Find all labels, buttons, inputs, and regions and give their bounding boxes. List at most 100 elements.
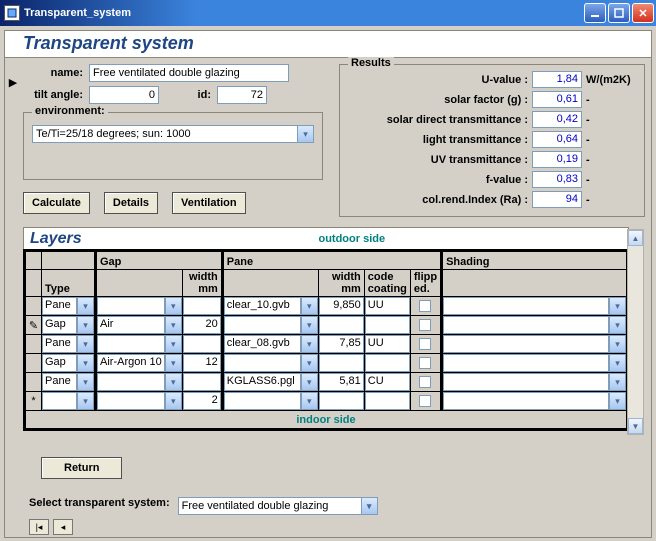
layers-title: Layers (30, 230, 82, 248)
cell-value[interactable] (443, 335, 609, 353)
cell-value[interactable]: clear_08.gvb (224, 335, 301, 353)
chevron-down-icon[interactable]: ▾ (301, 392, 318, 410)
pane-width-cell[interactable]: 9,850 (319, 297, 364, 315)
chevron-down-icon[interactable]: ▾ (301, 297, 318, 315)
chevron-down-icon[interactable]: ▾ (165, 297, 182, 315)
chevron-down-icon[interactable]: ▾ (77, 354, 94, 372)
cell-value[interactable] (224, 354, 301, 372)
app-icon (4, 5, 20, 21)
chevron-down-icon[interactable]: ▾ (77, 316, 94, 334)
pane-width-cell[interactable]: 7,85 (319, 335, 364, 353)
chevron-down-icon[interactable]: ▾ (77, 297, 94, 315)
chevron-down-icon[interactable]: ▾ (301, 373, 318, 391)
result-unit: - (586, 194, 636, 206)
first-record-button[interactable]: |◂ (29, 519, 49, 535)
cell-value[interactable]: KGLASS6.pgl (224, 373, 301, 391)
chevron-down-icon[interactable]: ▾ (165, 354, 182, 372)
chevron-down-icon[interactable]: ▾ (165, 392, 182, 410)
prev-record-button[interactable]: ◂ (53, 519, 73, 535)
chevron-down-icon[interactable]: ▾ (301, 316, 318, 334)
gap-width-cell[interactable] (183, 373, 221, 391)
chevron-down-icon[interactable]: ▾ (297, 125, 314, 143)
name-field[interactable] (89, 64, 289, 82)
cell-value[interactable] (443, 354, 609, 372)
calculate-button[interactable]: Calculate (23, 192, 90, 214)
chevron-down-icon[interactable]: ▾ (165, 316, 182, 334)
chevron-down-icon[interactable]: ▾ (301, 354, 318, 372)
close-button[interactable]: ✕ (632, 3, 654, 23)
cell-value[interactable]: Air-Argon 10 (97, 354, 165, 372)
gap-width-cell[interactable]: 2 (183, 392, 221, 410)
result-label: light transmittance : (348, 134, 528, 146)
code-cell[interactable] (365, 392, 410, 410)
window-title: Transparent_system (24, 7, 584, 19)
chevron-down-icon[interactable]: ▾ (609, 297, 626, 315)
gap-width-cell[interactable]: 12 (183, 354, 221, 372)
result-label: col.rend.Index (Ra) : (348, 194, 528, 206)
maximize-button[interactable] (608, 3, 630, 23)
flipped-checkbox[interactable] (411, 357, 440, 369)
col-flipped: flipp ed. (410, 270, 441, 297)
code-cell[interactable]: UU (365, 335, 410, 353)
flipped-checkbox[interactable] (411, 338, 440, 350)
code-cell[interactable]: UU (365, 297, 410, 315)
cell-value[interactable] (224, 392, 301, 410)
flipped-checkbox[interactable] (411, 300, 440, 312)
pane-width-cell[interactable] (319, 316, 364, 334)
chevron-down-icon[interactable]: ▾ (301, 335, 318, 353)
chevron-down-icon[interactable]: ▾ (609, 373, 626, 391)
cell-value[interactable] (443, 316, 609, 334)
cell-value[interactable]: clear_10.gvb (224, 297, 301, 315)
tilt-angle-field[interactable] (89, 86, 159, 104)
chevron-down-icon[interactable]: ▾ (165, 373, 182, 391)
scroll-up-icon[interactable]: ▲ (628, 230, 643, 246)
cell-value[interactable]: Air (97, 316, 165, 334)
minimize-button[interactable] (584, 3, 606, 23)
cell-value[interactable] (97, 335, 165, 353)
cell-value[interactable] (443, 373, 609, 391)
pane-width-cell[interactable] (319, 392, 364, 410)
details-button[interactable]: Details (104, 192, 158, 214)
id-field[interactable] (217, 86, 267, 104)
code-cell[interactable] (365, 354, 410, 372)
cell-value[interactable] (97, 392, 165, 410)
row-marker: ✎ (26, 316, 42, 335)
chevron-down-icon[interactable]: ▾ (361, 497, 378, 515)
chevron-down-icon[interactable]: ▾ (609, 335, 626, 353)
gap-width-cell[interactable] (183, 297, 221, 315)
cell-value[interactable] (443, 297, 609, 315)
chevron-down-icon[interactable]: ▾ (77, 335, 94, 353)
cell-value[interactable] (97, 373, 165, 391)
chevron-down-icon[interactable]: ▾ (165, 335, 182, 353)
pane-width-cell[interactable] (319, 354, 364, 372)
chevron-down-icon[interactable]: ▾ (77, 392, 94, 410)
chevron-down-icon[interactable]: ▾ (77, 373, 94, 391)
scroll-down-icon[interactable]: ▼ (628, 418, 643, 434)
code-cell[interactable] (365, 316, 410, 334)
flipped-checkbox[interactable] (411, 376, 440, 388)
chevron-down-icon[interactable]: ▾ (609, 316, 626, 334)
cell-value[interactable]: Pane (42, 335, 77, 353)
table-row: Pane▾▾clear_08.gvb▾7,85UU▾ (26, 335, 627, 354)
flipped-checkbox[interactable] (411, 395, 440, 407)
flipped-checkbox[interactable] (411, 319, 440, 331)
cell-value[interactable]: Gap (42, 354, 77, 372)
cell-value[interactable]: Pane (42, 297, 77, 315)
scrollbar-vertical[interactable]: ▲ ▼ (627, 229, 644, 435)
cell-value[interactable]: Pane (42, 373, 77, 391)
cell-value[interactable]: Gap (42, 316, 77, 334)
cell-value[interactable] (443, 392, 609, 410)
environment-select[interactable] (32, 125, 297, 143)
pane-width-cell[interactable]: 5,81 (319, 373, 364, 391)
return-button[interactable]: Return (41, 457, 122, 479)
gap-width-cell[interactable]: 20 (183, 316, 221, 334)
gap-width-cell[interactable] (183, 335, 221, 353)
cell-value[interactable] (224, 316, 301, 334)
select-system-combo[interactable] (178, 497, 361, 515)
chevron-down-icon[interactable]: ▾ (609, 392, 626, 410)
code-cell[interactable]: CU (365, 373, 410, 391)
cell-value[interactable] (97, 297, 165, 315)
ventilation-button[interactable]: Ventilation (172, 192, 246, 214)
cell-value[interactable] (42, 392, 77, 410)
chevron-down-icon[interactable]: ▾ (609, 354, 626, 372)
